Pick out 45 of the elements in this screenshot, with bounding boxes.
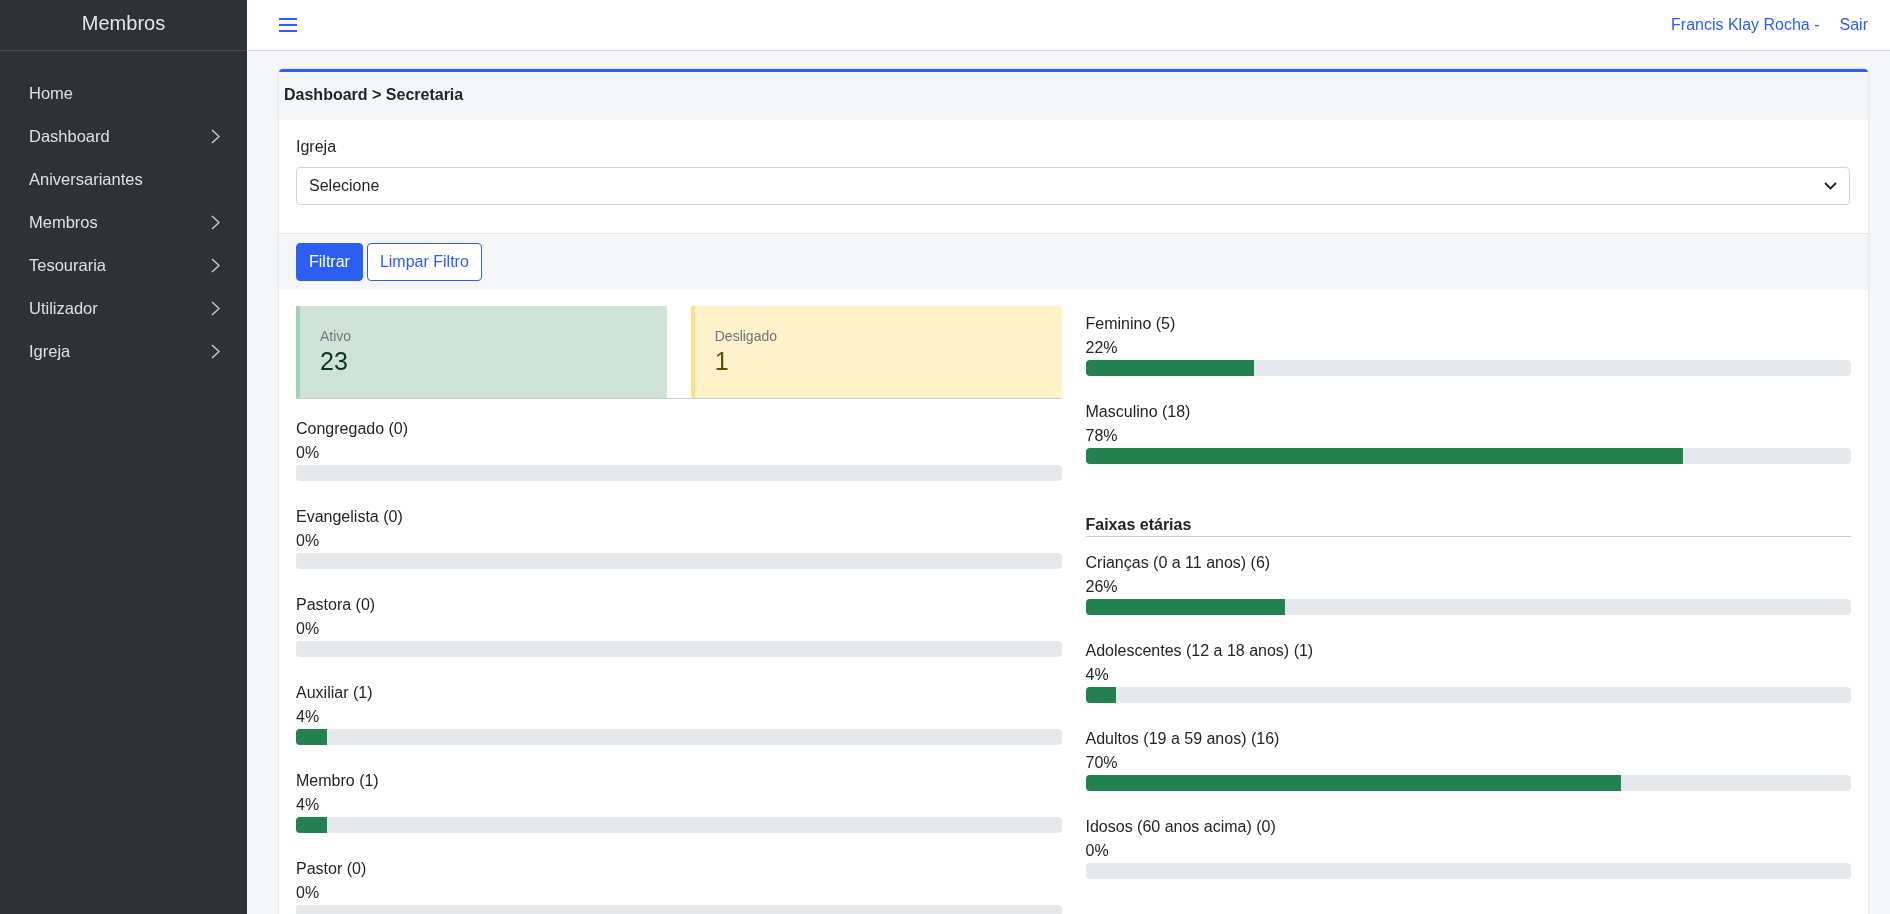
metric-label: Feminino (5) [1085,314,1177,334]
sidebar-item[interactable]: Membros [0,201,247,244]
metric-label: Pastor (0) [296,859,368,879]
breadcrumb: Dashboard > Secretaria [279,72,1868,120]
status-label: Ativo [320,328,353,344]
metric-label: Pastora (0) [296,595,377,615]
metric-label: Idosos (60 anos acima) (0) [1085,817,1277,837]
metric-label: Auxiliar (1) [296,683,374,703]
menu-icon[interactable] [279,18,297,32]
metric-label: Congregado (0) [296,419,410,439]
metric-percent: 4% [296,707,321,727]
metric-percent: 0% [1085,841,1110,861]
sidebar-item[interactable]: Home [0,72,247,115]
metric-percent: 4% [296,795,321,815]
metric-label: Masculino (18) [1085,402,1192,422]
metric-label: Membro (1) [296,771,380,791]
metric-percent: 0% [296,883,321,903]
status-count: 1 [714,347,730,376]
metric-percent: 0% [296,531,321,551]
metric-label: Evangelista (0) [296,507,404,527]
metric-percent: 22% [1085,338,1119,358]
metric-percent: 0% [296,619,321,639]
church-select[interactable]: Selecione [296,167,1850,205]
metric-label: Adolescentes (12 a 18 anos) (1) [1085,641,1315,661]
sidebar-item[interactable]: Dashboard [0,115,247,158]
metric-percent: 0% [296,443,321,463]
metric-label: Adultos (19 a 59 anos) (16) [1085,729,1281,749]
field-label: Igreja [296,138,338,156]
sidebar-item[interactable]: Tesouraria [0,244,247,287]
sidebar-item[interactable]: Igreja [0,330,247,373]
chevron-down-icon [1824,182,1837,190]
status-count: 23 [320,347,349,376]
sidebar-item[interactable]: Utilizador [0,287,247,330]
metric-percent: 78% [1085,426,1119,446]
logout-link[interactable]: Sair [1839,16,1868,34]
user-name-link[interactable]: Francis Klay Rocha - [1671,16,1820,34]
metric-percent: 70% [1085,753,1119,773]
sidebar-item[interactable]: Aniversariantes [0,158,247,201]
section-heading: Faixas etárias [1085,516,1851,537]
metric-percent: 4% [1085,665,1110,685]
metric-label: Crianças (0 a 11 anos) (6) [1085,553,1272,573]
filter-button[interactable]: Filtrar [296,243,363,281]
status-label: Desligado [714,328,778,344]
metric-percent: 26% [1085,577,1119,597]
clear-filter-button[interactable]: Limpar Filtro [366,243,482,281]
